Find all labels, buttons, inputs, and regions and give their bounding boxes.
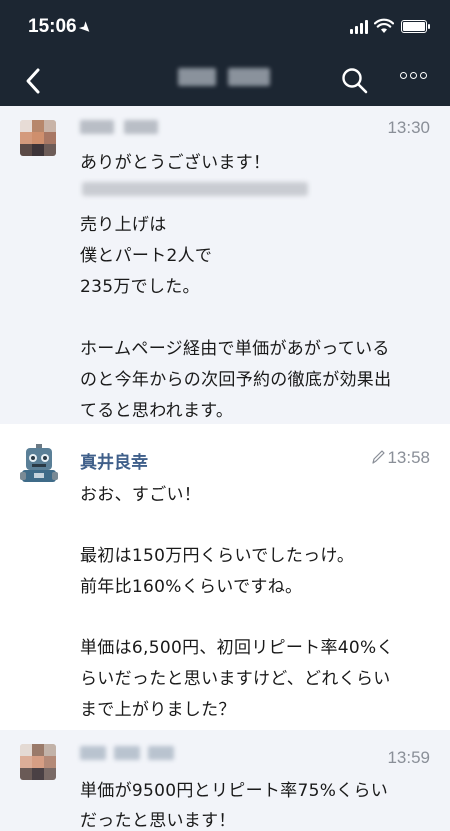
battery-icon <box>401 20 430 33</box>
nav-bar <box>0 56 450 106</box>
message-time: 13:30 <box>387 118 430 137</box>
message-line: おお、すごい！ <box>80 485 202 505</box>
message-line: 前年比160%くらいですね。 <box>80 577 303 597</box>
message-time-text: 13:58 <box>387 448 430 467</box>
message-line: のと今年からの次回予約の徹底が効果出 <box>80 370 392 390</box>
more-dot-icon <box>400 72 407 79</box>
message-line: ホームページ経由で単価があがっている <box>80 339 390 359</box>
message-time: 13:59 <box>387 748 430 767</box>
message-line: てると思われます。 <box>80 401 234 421</box>
location-arrow-icon: ➤ <box>76 18 95 37</box>
message-line: まで上がりました？ <box>80 700 236 720</box>
more-dot-icon <box>420 72 427 79</box>
robot-avatar-icon[interactable] <box>20 444 58 484</box>
message-line: らいだったと思いますけど、どれくらい <box>80 669 391 689</box>
message-line: 僕とパート2人で <box>80 246 213 266</box>
message-line: 単価が9500円とリピート率75%くらい <box>80 781 389 801</box>
pencil-edit-icon <box>372 450 386 464</box>
sender-name[interactable]: 真井良幸 <box>80 448 148 473</box>
more-dot-icon <box>410 72 417 79</box>
redacted-line <box>82 182 308 196</box>
sender-name-redacted <box>80 120 158 134</box>
sender-name-redacted <box>80 746 174 760</box>
message-line: 単価は6,500円、初回リピート率40%く <box>80 638 394 658</box>
message-line: 235万でした。 <box>80 277 200 297</box>
chat-message[interactable]: 13:30 ありがとうございます！ 売り上げは 僕とパート2人で 235万でした… <box>0 106 450 424</box>
message-line: 売り上げは <box>80 215 167 235</box>
avatar[interactable] <box>20 744 56 780</box>
status-bar: 15:06➤ <box>0 0 450 56</box>
status-time-text: 15:06 <box>28 16 77 37</box>
cellular-signal-icon <box>350 20 368 34</box>
chat-message[interactable]: 13:59 単価が9500円とリピート率75%くらい だったと思います！ <box>0 730 450 831</box>
more-options-button[interactable] <box>400 72 427 79</box>
back-button[interactable] <box>18 64 50 98</box>
avatar[interactable] <box>20 120 56 156</box>
status-time: 15:06➤ <box>28 16 95 38</box>
search-button[interactable] <box>340 66 370 96</box>
chat-message[interactable]: 真井良幸 13:58 おお、すごい！ 最初は150万円くらいでしたっけ。 前年比… <box>0 424 450 730</box>
chat-title-redacted <box>178 68 270 86</box>
message-line: だったと思います！ <box>80 811 236 831</box>
message-line: 最初は150万円くらいでしたっけ。 <box>80 546 355 566</box>
wifi-icon <box>374 18 394 33</box>
message-time: 13:58 <box>371 448 430 468</box>
message-line: ありがとうございます！ <box>80 153 271 173</box>
